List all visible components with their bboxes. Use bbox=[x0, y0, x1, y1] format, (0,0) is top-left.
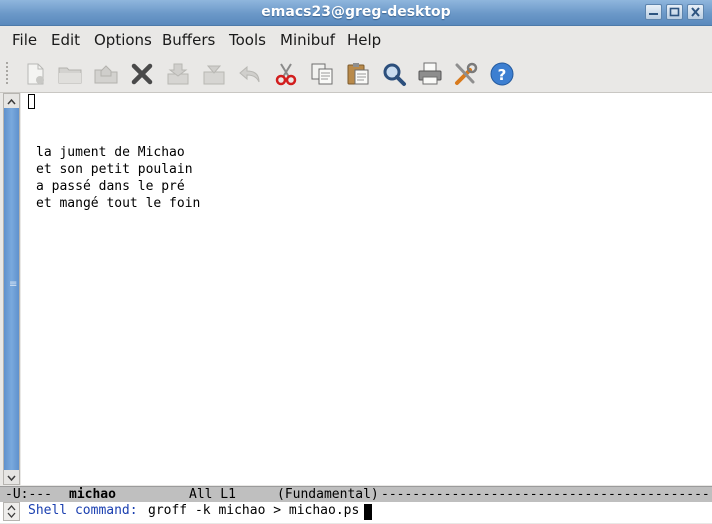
search-button[interactable] bbox=[381, 61, 407, 87]
buffer-line: et mangé tout le foin bbox=[36, 196, 201, 211]
window-title: emacs23@greg-desktop bbox=[261, 4, 451, 20]
open-file-icon bbox=[58, 67, 82, 84]
open-file-button[interactable] bbox=[57, 61, 83, 87]
menu-buffers[interactable]: Buffers bbox=[162, 31, 215, 49]
shell-command-input[interactable]: groff -k michao > michao.ps bbox=[148, 503, 359, 518]
modeline-dashes: ----------------------------------------… bbox=[381, 487, 708, 502]
new-file-icon bbox=[27, 63, 44, 85]
editor-frame: ≡ la jument de Michao et son petit poula… bbox=[0, 93, 712, 487]
buffer-line: a passé dans le pré bbox=[36, 179, 185, 194]
dired-button[interactable] bbox=[93, 61, 119, 87]
dired-icon bbox=[94, 65, 118, 84]
svg-text:?: ? bbox=[498, 66, 507, 84]
close-icon bbox=[691, 7, 700, 17]
chevron-down-icon bbox=[7, 475, 16, 482]
mode-line[interactable]: -U:--- michao All L1 (Fundamental) -----… bbox=[0, 486, 712, 503]
close-buffer-icon bbox=[131, 63, 153, 85]
preferences-icon bbox=[455, 62, 478, 85]
toolbar: ? bbox=[0, 54, 712, 93]
help-button[interactable]: ? bbox=[489, 61, 515, 87]
modeline-position: All L1 bbox=[189, 487, 236, 502]
print-icon bbox=[418, 62, 442, 85]
scroll-grip-icon: ≡ bbox=[9, 279, 18, 290]
cut-button[interactable] bbox=[273, 61, 299, 87]
minibuffer-cursor bbox=[364, 504, 372, 520]
close-buffer-button[interactable] bbox=[129, 61, 155, 87]
menu-tools[interactable]: Tools bbox=[229, 31, 266, 49]
close-window-button[interactable] bbox=[687, 4, 704, 20]
minimize-icon bbox=[649, 13, 658, 15]
preferences-button[interactable] bbox=[453, 61, 479, 87]
scrollbar-thumb[interactable]: ≡ bbox=[4, 108, 19, 470]
buffer-text-area[interactable]: la jument de Michao et son petit poulain… bbox=[21, 93, 712, 485]
maximize-button[interactable] bbox=[666, 4, 683, 20]
menu-file[interactable]: File bbox=[12, 31, 37, 49]
undo-button[interactable] bbox=[237, 61, 263, 87]
minibuffer[interactable]: Shell command: groff -k michao > michao.… bbox=[0, 502, 712, 523]
search-icon bbox=[383, 63, 406, 86]
save-as-icon bbox=[203, 65, 225, 85]
menu-minibuf[interactable]: Minibuf bbox=[280, 31, 335, 49]
window-titlebar[interactable]: emacs23@greg-desktop bbox=[0, 0, 712, 26]
help-icon: ? bbox=[490, 62, 514, 86]
new-file-button[interactable] bbox=[22, 61, 48, 87]
toolbar-grip[interactable] bbox=[6, 62, 11, 84]
scroll-down-arrow[interactable] bbox=[4, 470, 19, 484]
print-button[interactable] bbox=[417, 61, 443, 87]
minibuffer-scrollbar[interactable] bbox=[3, 502, 20, 521]
modeline-mode: (Fundamental) bbox=[277, 487, 379, 502]
scroll-up-arrow[interactable] bbox=[4, 94, 19, 108]
modeline-status: -U:--- bbox=[5, 487, 52, 502]
menu-bar: File Edit Options Buffers Tools Minibuf … bbox=[0, 26, 712, 53]
copy-button[interactable] bbox=[309, 61, 335, 87]
paste-icon bbox=[347, 63, 369, 85]
save-as-button[interactable] bbox=[201, 61, 227, 87]
save-button[interactable] bbox=[165, 61, 191, 87]
buffer-line: et son petit poulain bbox=[36, 162, 193, 177]
minibuffer-scroll-arrows-icon bbox=[7, 505, 16, 518]
undo-icon bbox=[239, 65, 260, 83]
menu-help[interactable]: Help bbox=[347, 31, 381, 49]
maximize-icon bbox=[669, 7, 680, 17]
modeline-buffer-name: michao bbox=[69, 487, 116, 502]
minibuffer-prompt: Shell command: bbox=[28, 503, 138, 518]
minimize-button[interactable] bbox=[645, 4, 662, 20]
vertical-scrollbar[interactable]: ≡ bbox=[3, 93, 20, 485]
buffer-line: la jument de Michao bbox=[36, 145, 185, 160]
paste-button[interactable] bbox=[345, 61, 371, 87]
text-cursor bbox=[28, 94, 35, 109]
chevron-up-icon bbox=[7, 98, 16, 105]
copy-icon bbox=[311, 63, 333, 85]
menu-options[interactable]: Options bbox=[94, 31, 152, 49]
menu-edit[interactable]: Edit bbox=[51, 31, 80, 49]
cut-icon bbox=[275, 63, 297, 86]
save-icon bbox=[167, 63, 189, 85]
